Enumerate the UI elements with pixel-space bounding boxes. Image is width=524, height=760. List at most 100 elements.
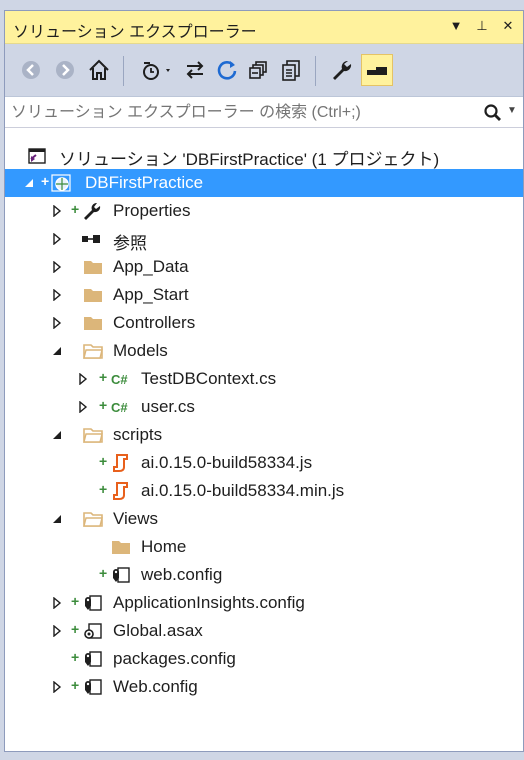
search-icon[interactable]	[483, 103, 503, 123]
tree-item-application-insights-config[interactable]: + ApplicationInsights.config	[5, 589, 523, 617]
plus-icon: +	[71, 649, 80, 665]
open-folder-icon	[83, 512, 103, 527]
solution-icon	[28, 148, 46, 164]
tree-item-label: 参照	[113, 234, 147, 253]
tree-item-label: DBFirstPractice	[85, 173, 204, 192]
expanded-arrow-icon[interactable]	[51, 429, 63, 441]
properties-button[interactable]	[327, 56, 355, 84]
toolbar	[5, 44, 523, 97]
pin-icon[interactable]: ⊥	[473, 17, 491, 35]
tree-item-label: packages.config	[113, 649, 236, 668]
collapse-all-button[interactable]	[245, 56, 273, 84]
window-position-dropdown-icon[interactable]: ▼	[447, 17, 465, 35]
javascript-file-icon	[113, 482, 128, 500]
search-input[interactable]	[9, 101, 473, 125]
sync-with-active-document-button[interactable]	[181, 56, 209, 84]
search-bar: ▼	[5, 97, 523, 128]
javascript-file-icon	[113, 454, 128, 472]
tree-item-app-start[interactable]: App_Start	[5, 281, 523, 309]
tree-item-label: Controllers	[113, 313, 196, 332]
expanded-arrow-icon[interactable]	[51, 513, 63, 525]
tree-item-references[interactable]: 参照	[5, 225, 523, 253]
tree-item-solution[interactable]: ソリューション 'DBFirstPractice' (1 プロジェクト)	[5, 141, 523, 169]
plus-icon: +	[99, 481, 108, 497]
collapsed-arrow-icon[interactable]	[51, 233, 63, 245]
tree-item-web-config[interactable]: + Web.config	[5, 673, 523, 701]
back-button[interactable]	[17, 56, 45, 84]
preview-selected-items-button[interactable]	[361, 54, 393, 86]
collapsed-arrow-icon[interactable]	[51, 261, 63, 273]
solution-explorer-panel: ソリューション エクスプローラー ▼ ⊥ ✕ ソリューション エクスプローラー …	[4, 10, 524, 752]
collapsed-arrow-icon[interactable]	[51, 681, 63, 693]
collapsed-arrow-icon[interactable]	[51, 289, 63, 301]
tree-item-ai-min-js[interactable]: + ai.0.15.0-build58334.min.js	[5, 477, 523, 505]
plus-icon: +	[41, 173, 50, 189]
plus-icon: +	[71, 593, 80, 609]
tree-item-label: TestDBContext.cs	[141, 369, 277, 388]
home-icon	[89, 59, 109, 80]
expanded-arrow-icon[interactable]	[23, 177, 35, 189]
tree-item-test-db-context[interactable]: + C# TestDBContext.cs	[5, 365, 523, 393]
tree-item-label: Home	[141, 537, 187, 556]
plus-icon: +	[99, 369, 108, 385]
show-all-files-icon	[282, 60, 300, 81]
tree-item-project[interactable]: + DBFirstPractice	[5, 169, 523, 197]
folder-icon	[84, 289, 102, 302]
tree-item-global-asax[interactable]: + Global.asax	[5, 617, 523, 645]
csharp-file-icon: C#	[111, 400, 128, 415]
web-project-icon	[51, 174, 71, 192]
collapsed-arrow-icon[interactable]	[51, 317, 63, 329]
close-icon[interactable]: ✕	[499, 17, 517, 35]
search-options-chevron-down-icon[interactable]: ▼	[507, 105, 517, 116]
refresh-icon	[217, 61, 237, 80]
window-title: ソリューション エクスプローラー	[13, 24, 257, 41]
svg-text:C#: C#	[111, 372, 128, 387]
tree-item-label: Properties	[113, 201, 191, 220]
tree-item-properties[interactable]: + Properties	[5, 197, 523, 225]
tree-item-packages-config[interactable]: + packages.config	[5, 645, 523, 673]
tree-item-label: App_Start	[113, 285, 189, 304]
refresh-button[interactable]	[213, 56, 241, 84]
expanded-arrow-icon[interactable]	[51, 345, 63, 357]
wrench-icon	[333, 60, 352, 80]
tree-item-label: ai.0.15.0-build58334.min.js	[141, 481, 345, 500]
tree-item-user-cs[interactable]: + C# user.cs	[5, 393, 523, 421]
tree-item-views-web-config[interactable]: + web.config	[5, 561, 523, 589]
tree-item-ai-js[interactable]: + ai.0.15.0-build58334.js	[5, 449, 523, 477]
forward-icon	[56, 61, 74, 79]
show-all-files-button[interactable]	[277, 56, 305, 84]
tree-item-label: Models	[113, 341, 168, 360]
tree-item-controllers[interactable]: Controllers	[5, 309, 523, 337]
toolbar-separator	[123, 56, 124, 86]
toolbar-separator	[315, 56, 316, 86]
tree-item-label: App_Data	[113, 257, 189, 276]
collapsed-arrow-icon[interactable]	[51, 205, 63, 217]
home-button[interactable]	[85, 56, 113, 84]
tree-item-models[interactable]: Models	[5, 337, 523, 365]
open-folder-icon	[83, 344, 103, 359]
tree-item-app-data[interactable]: App_Data	[5, 253, 523, 281]
folder-icon	[84, 317, 102, 330]
tree-item-views[interactable]: Views	[5, 505, 523, 533]
tree-item-label: ApplicationInsights.config	[113, 593, 305, 612]
collapsed-arrow-icon[interactable]	[77, 401, 89, 413]
title-bar: ソリューション エクスプローラー ▼ ⊥ ✕	[5, 11, 523, 44]
tree-item-label: Web.config	[113, 677, 198, 696]
back-icon	[22, 61, 40, 79]
clock-filter-icon	[143, 62, 170, 80]
collapsed-arrow-icon[interactable]	[51, 625, 63, 637]
forward-button[interactable]	[51, 56, 79, 84]
folder-icon	[84, 261, 102, 274]
config-file-icon	[85, 651, 102, 667]
pending-changes-filter-button[interactable]	[135, 56, 175, 84]
tree-item-scripts[interactable]: scripts	[5, 421, 523, 449]
collapsed-arrow-icon[interactable]	[77, 373, 89, 385]
preview-icon	[367, 67, 387, 75]
tree-item-label: scripts	[113, 425, 163, 444]
tree-item-label: ai.0.15.0-build58334.js	[141, 453, 313, 472]
open-folder-icon	[83, 428, 103, 443]
sync-arrows-icon	[186, 61, 204, 79]
collapsed-arrow-icon[interactable]	[51, 597, 63, 609]
tree-item-home[interactable]: Home	[5, 533, 523, 561]
csharp-file-icon: C#	[111, 372, 128, 387]
